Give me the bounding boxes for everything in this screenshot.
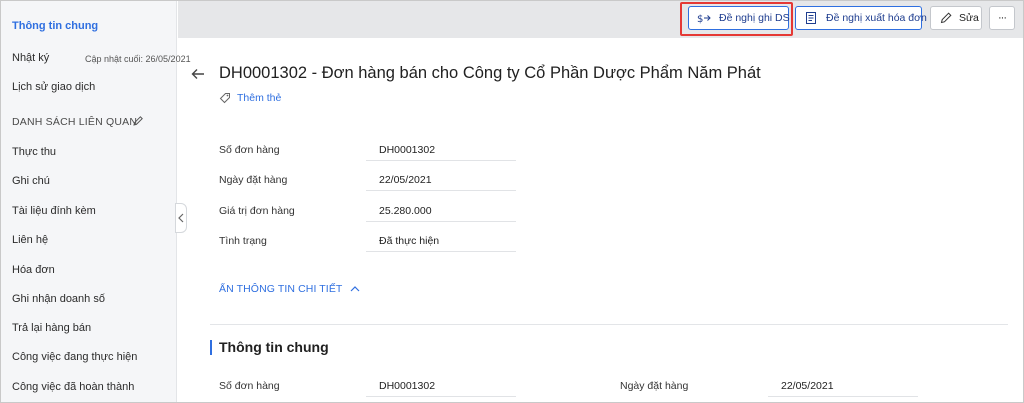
section-title-general-info: Thông tin chung [219,339,329,355]
add-tag-label: Thêm thẻ [237,92,282,104]
field-label-status: Tình trạng [219,235,267,247]
sidebar-item-general-info[interactable]: Thông tin chung [12,20,98,32]
edit-button[interactable]: Sửa [930,6,982,30]
edit-related-list-icon[interactable] [132,115,144,127]
collapse-sidebar-button[interactable] [175,203,187,233]
pencil-icon [939,11,953,25]
propose-invoice-button[interactable]: Đề nghị xuất hóa đơn [795,6,927,30]
field-value-order-date: 22/05/2021 [366,161,516,191]
hide-details-label: ẨN THÔNG TIN CHI TIẾT [219,283,343,295]
general-field-value-order-number: DH0001302 [366,367,516,397]
field-value-order-value: 25.280.000 [366,192,516,222]
hide-details-toggle[interactable]: ẨN THÔNG TIN CHI TIẾT [219,283,360,295]
section-accent-bar [210,340,212,355]
field-label-order-number: Số đơn hàng [219,144,280,156]
sidebar-item-sales-returns[interactable]: Trả lại hàng bán [12,322,91,334]
page-title: DH0001302 - Đơn hàng bán cho Công ty Cổ … [219,64,761,82]
sidebar-item-invoices[interactable]: Hóa đơn [12,264,55,276]
sidebar-item-receipts[interactable]: Thực thu [12,146,56,158]
sidebar-item-sales-records[interactable]: Ghi nhận doanh số [12,293,105,305]
general-field-label-order-date: Ngày đặt hàng [620,380,689,392]
invoice-icon [804,11,818,25]
add-tag-link[interactable]: Thêm thẻ [219,92,281,104]
chevron-left-icon [178,213,184,223]
sidebar: Thông tin chung Nhật ký Cập nhật cuối: 2… [1,1,191,402]
sidebar-item-notes[interactable]: Ghi chú [12,175,50,187]
tag-icon [219,92,231,104]
field-value-status: Đã thực hiện [366,222,516,252]
edit-label: Sửa [959,12,979,24]
more-actions-button[interactable]: ··· [989,6,1015,30]
field-label-order-value: Giá trị đơn hàng [219,205,295,217]
general-field-label-order-number: Số đơn hàng [219,380,280,392]
sidebar-item-journal[interactable]: Nhật ký [12,52,49,64]
field-label-order-date: Ngày đặt hàng [219,174,288,186]
back-arrow-icon[interactable] [190,66,206,82]
highlight-box [680,2,793,36]
general-field-value-order-date: 22/05/2021 [768,367,918,397]
sidebar-item-attachments[interactable]: Tài liệu đính kèm [12,205,96,217]
chevron-up-icon [351,286,360,292]
sidebar-item-transaction-history[interactable]: Lịch sử giao dịch [12,81,95,93]
sidebar-item-tasks-completed[interactable]: Công việc đã hoàn thành [12,381,134,393]
sidebar-item-tasks-in-progress[interactable]: Công việc đang thực hiện [12,351,137,363]
sidebar-item-contacts[interactable]: Liên hệ [12,234,48,246]
propose-invoice-label: Đề nghị xuất hóa đơn [826,12,927,24]
related-list-heading: DANH SÁCH LIÊN QUAN [12,116,138,128]
field-value-order-number: DH0001302 [366,131,516,161]
journal-last-updated: Cập nhật cuối: 26/05/2021 [85,54,191,64]
more-icon: ··· [998,12,1007,24]
section-divider [210,324,1008,325]
